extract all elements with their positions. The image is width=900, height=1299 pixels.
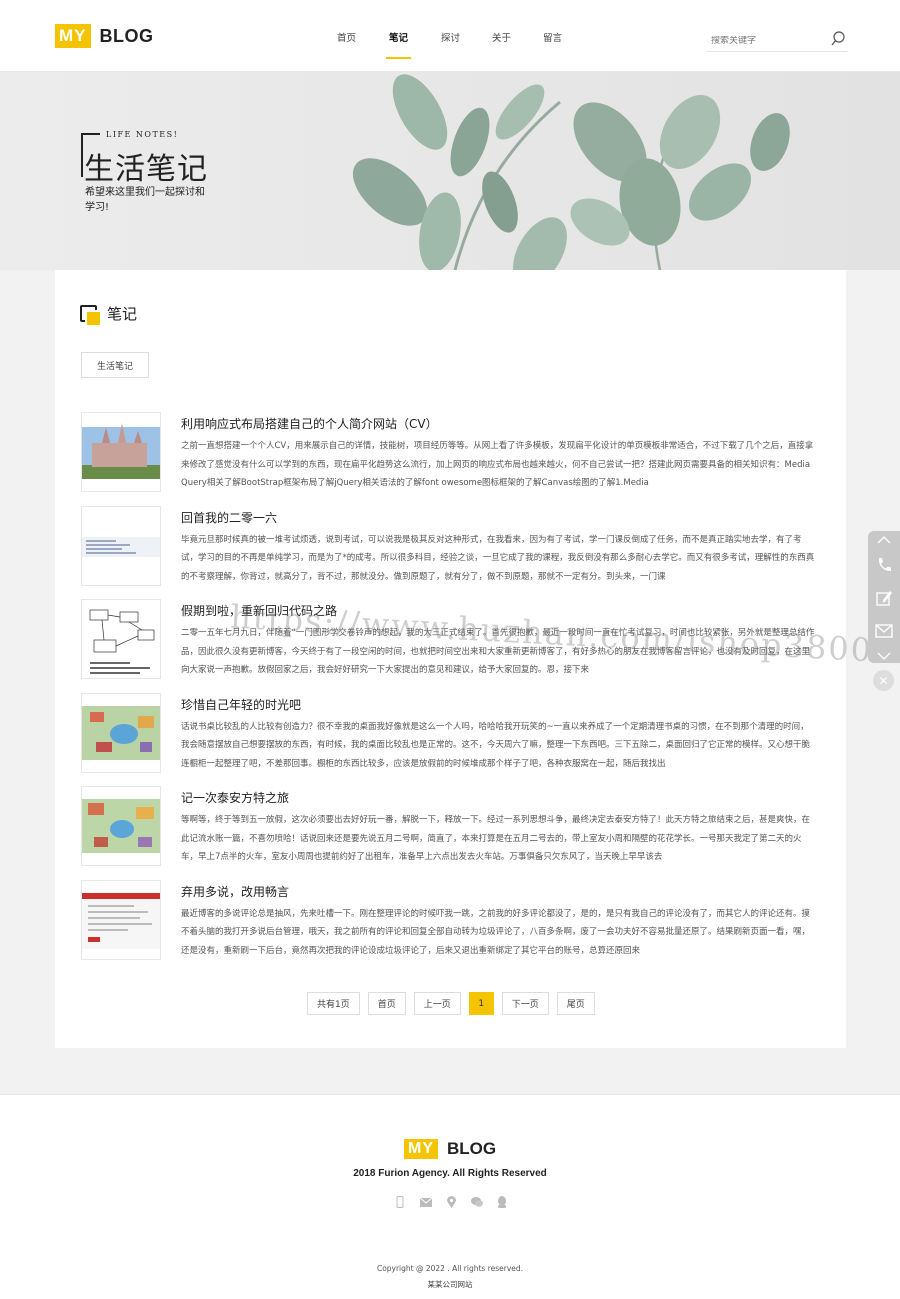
post-title[interactable]: 珍惜自己年轻的时光吧 bbox=[181, 696, 301, 713]
post-excerpt: 最近博客的多说评论总是抽风，先来吐槽一下。刚在整理评论的时候吓我一跳，之前我的好… bbox=[181, 908, 811, 956]
post-thumbnail[interactable] bbox=[81, 505, 161, 586]
footer-logo-my: MY bbox=[404, 1139, 438, 1159]
banner-desc: 希望来这里我们一起探讨和学习! bbox=[85, 187, 205, 213]
footer-rights: 2018 Furion Agency. All Rights Reserved bbox=[353, 1168, 547, 1179]
close-icon[interactable]: ✕ bbox=[873, 670, 894, 691]
section-header: 笔记 bbox=[80, 303, 138, 327]
page-first-button[interactable]: 首页 bbox=[367, 992, 406, 1015]
copyright-text: Copyright @ 2022 . All rights reserved. bbox=[376, 1264, 524, 1273]
list-item: 弃用多说，改用畅言 最近博客的多说评论总是抽风，先来吐槽一下。刚在整理评论的时候… bbox=[81, 879, 817, 974]
pagination: 共有1页 首页 上一页 1 下一页 尾页 bbox=[307, 992, 603, 1015]
site-footer: MY BLOG 2018 Furion Agency. All Rights R… bbox=[0, 1094, 900, 1299]
post-excerpt: 等啊等，终于等到五一放假，这次必须要出去好好玩一番，解脱一下，释放一下。经过一系… bbox=[181, 815, 811, 862]
nav-about[interactable]: 关于 bbox=[492, 30, 511, 53]
edit-icon[interactable] bbox=[868, 581, 900, 614]
search-box bbox=[706, 28, 847, 52]
mobile-icon[interactable] bbox=[394, 1196, 406, 1208]
post-title[interactable]: 记一次泰安方特之旅 bbox=[181, 789, 289, 806]
list-item: 珍惜自己年轻的时光吧 话说书桌比较乱的人比较有创造力？很不幸我的桌面我好像就是这… bbox=[81, 692, 817, 787]
post-title[interactable]: 利用响应式布局搭建自己的个人简介网站（CV） bbox=[181, 415, 438, 432]
post-thumbnail[interactable] bbox=[81, 786, 161, 866]
page-prev-button[interactable]: 上一页 bbox=[413, 992, 461, 1015]
post-title[interactable]: 回首我的二零一六 bbox=[181, 509, 277, 526]
mail-icon[interactable] bbox=[868, 614, 900, 647]
post-title[interactable]: 弃用多说，改用畅言 bbox=[181, 883, 289, 900]
logo-my: MY bbox=[55, 24, 91, 48]
post-thumbnail[interactable] bbox=[81, 692, 161, 773]
scroll-up-icon[interactable] bbox=[868, 531, 900, 548]
search-input[interactable] bbox=[711, 36, 821, 46]
banner-subtitle: LIFE NOTES! bbox=[106, 130, 179, 139]
main-nav: 首页 笔记 探讨 关于 留言 bbox=[337, 30, 562, 59]
nav-message[interactable]: 留言 bbox=[543, 30, 562, 53]
nav-notes[interactable]: 笔记 bbox=[386, 30, 412, 59]
post-list: 利用响应式布局搭建自己的个人简介网站（CV） 之前一直想搭建一个个人CV，用来展… bbox=[81, 412, 817, 973]
nav-discuss[interactable]: 探讨 bbox=[441, 30, 460, 53]
post-excerpt: 之前一直想搭建一个个人CV，用来展示自己的详情，技能树，项目经历等等。从网上看了… bbox=[181, 441, 814, 488]
site-header: MY BLOG 首页 笔记 探讨 关于 留言 bbox=[0, 0, 900, 72]
logo-blog: BLOG bbox=[99, 25, 154, 46]
footer-social bbox=[394, 1196, 522, 1208]
list-item: 回首我的二零一六 毕竟元旦那时候真的被一堆考试烦透，说到考试，可以说我是极其反对… bbox=[81, 505, 817, 600]
post-thumbnail[interactable] bbox=[81, 412, 161, 492]
site-logo[interactable]: MY BLOG bbox=[55, 24, 154, 48]
mail-icon[interactable] bbox=[419, 1196, 432, 1208]
company-link[interactable]: 某某公司网站 bbox=[0, 1279, 900, 1290]
scroll-down-icon[interactable] bbox=[868, 647, 900, 664]
page-next-button[interactable]: 下一页 bbox=[501, 992, 549, 1015]
phone-icon[interactable] bbox=[868, 548, 900, 581]
footer-logo-blog: BLOG bbox=[447, 1139, 497, 1158]
notes-icon bbox=[80, 304, 102, 327]
hero-banner: LIFE NOTES! 生活笔记 希望来这里我们一起探讨和学习! bbox=[0, 72, 900, 270]
page-last-button[interactable]: 尾页 bbox=[556, 992, 595, 1015]
page-total: 共有1页 bbox=[307, 992, 360, 1015]
section-title: 笔记 bbox=[107, 305, 138, 323]
side-toolbar bbox=[868, 531, 900, 663]
footer-logo[interactable]: MY BLOG bbox=[404, 1139, 496, 1159]
tag-button[interactable]: 生活笔记 bbox=[81, 352, 149, 378]
post-thumbnail[interactable] bbox=[81, 879, 161, 960]
post-excerpt: 毕竟元旦那时候真的被一堆考试烦透，说到考试，可以说我是极其反对这种形式，在我看来… bbox=[181, 534, 815, 582]
banner-title: 生活笔记 bbox=[84, 152, 208, 187]
post-excerpt: 话说书桌比较乱的人比较有创造力？很不幸我的桌面我好像就是这么一个人吗，哈哈哈我开… bbox=[181, 721, 811, 769]
location-icon[interactable] bbox=[445, 1196, 457, 1208]
search-icon[interactable] bbox=[831, 31, 845, 50]
page-current[interactable]: 1 bbox=[468, 992, 494, 1015]
list-item: 记一次泰安方特之旅 等啊等，终于等到五一放假，这次必须要出去好好玩一番，解脱一下… bbox=[81, 786, 817, 880]
qq-icon[interactable] bbox=[496, 1196, 508, 1208]
wechat-icon[interactable] bbox=[470, 1196, 483, 1208]
post-thumbnail[interactable] bbox=[81, 599, 161, 679]
list-item: 利用响应式布局搭建自己的个人简介网站（CV） 之前一直想搭建一个个人CV，用来展… bbox=[81, 412, 817, 506]
nav-home[interactable]: 首页 bbox=[337, 30, 356, 53]
